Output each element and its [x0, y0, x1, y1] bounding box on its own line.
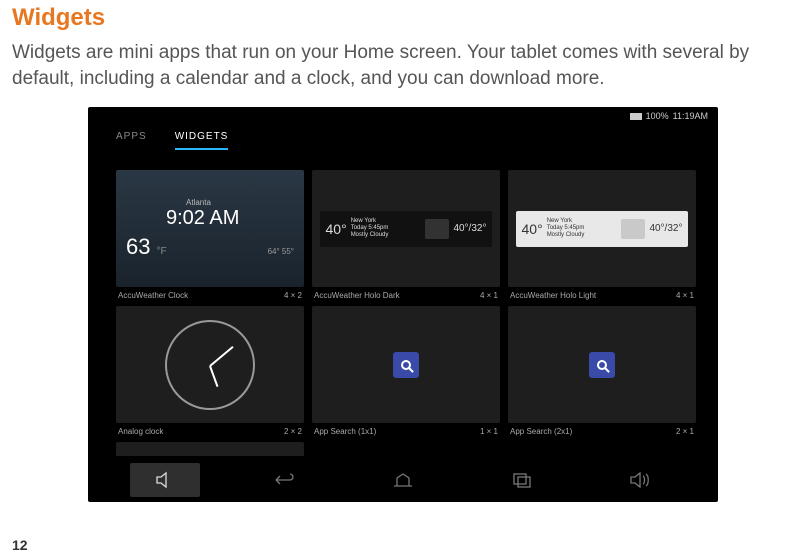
- preview-time: 9:02 AM: [166, 207, 294, 230]
- preview-text: New York Today 5:45pm Mostly Cloudy: [547, 218, 618, 240]
- widget-size: 4 × 1: [676, 291, 694, 300]
- volume-down-button[interactable]: [130, 463, 200, 497]
- search-icon: [393, 352, 419, 378]
- search-icon: [589, 352, 615, 378]
- back-button[interactable]: [249, 463, 319, 497]
- widget-grid: Atlanta 9:02 AM 63 °F 64° 55° AccuWeathe…: [88, 150, 718, 436]
- tablet-screenshot: 100% 11:19AM APPS WIDGETS Atlanta 9:02 A…: [88, 107, 718, 502]
- page-title: Widgets: [12, 4, 806, 32]
- preview-hilo: 40°/32°: [453, 223, 486, 234]
- recents-button[interactable]: [487, 463, 557, 497]
- widget-app-search-1x1[interactable]: App Search (1x1) 1 × 1: [312, 306, 500, 436]
- widget-size: 1 × 1: [480, 427, 498, 436]
- widget-size: 4 × 2: [284, 291, 302, 300]
- preview-text: New York Today 5:45pm Mostly Cloudy: [351, 218, 422, 240]
- status-bar: 100% 11:19AM: [630, 111, 708, 121]
- page-number: 12: [12, 537, 28, 553]
- preview-location: Atlanta: [186, 198, 294, 207]
- widget-size: 4 × 1: [480, 291, 498, 300]
- volume-up-button[interactable]: [606, 463, 676, 497]
- weather-icon: [621, 219, 645, 239]
- battery-icon: [630, 113, 642, 120]
- battery-percent: 100%: [646, 111, 669, 121]
- analog-clock-icon: [165, 320, 255, 410]
- tab-widgets[interactable]: WIDGETS: [175, 131, 229, 150]
- accuweather-clock-preview: Atlanta 9:02 AM 63 °F 64° 55°: [116, 170, 304, 287]
- accuweather-dark-preview: 40° New York Today 5:45pm Mostly Cloudy …: [320, 211, 493, 247]
- nav-bar: [106, 458, 700, 502]
- widget-label: App Search (2x1): [510, 427, 572, 436]
- accuweather-light-preview: 40° New York Today 5:45pm Mostly Cloudy …: [516, 211, 689, 247]
- next-row-peek: [116, 442, 304, 456]
- body-text: Widgets are mini apps that run on your H…: [12, 40, 792, 91]
- preview-temp: 40°: [326, 221, 347, 237]
- preview-hilo: 64° 55°: [268, 247, 294, 256]
- preview-hilo: 40°/32°: [649, 223, 682, 234]
- home-button[interactable]: [368, 463, 438, 497]
- widget-size: 2 × 1: [676, 427, 694, 436]
- widget-label: AccuWeather Clock: [118, 291, 188, 300]
- widget-app-search-2x1[interactable]: App Search (2x1) 2 × 1: [508, 306, 696, 436]
- widget-accuweather-holo-light[interactable]: 40° New York Today 5:45pm Mostly Cloudy …: [508, 170, 696, 300]
- widget-analog-clock[interactable]: Analog clock 2 × 2: [116, 306, 304, 436]
- tab-apps[interactable]: APPS: [116, 131, 147, 150]
- widget-accuweather-clock[interactable]: Atlanta 9:02 AM 63 °F 64° 55° AccuWeathe…: [116, 170, 304, 300]
- preview-unit: °F: [156, 246, 166, 257]
- preview-temp: 40°: [522, 221, 543, 237]
- widget-label: AccuWeather Holo Light: [510, 291, 596, 300]
- widget-label: App Search (1x1): [314, 427, 376, 436]
- status-time: 11:19AM: [673, 111, 708, 121]
- preview-temp: 63: [126, 234, 150, 260]
- widget-accuweather-holo-dark[interactable]: 40° New York Today 5:45pm Mostly Cloudy …: [312, 170, 500, 300]
- weather-icon: [425, 219, 449, 239]
- widget-label: Analog clock: [118, 427, 163, 436]
- tab-bar: APPS WIDGETS: [88, 107, 718, 150]
- widget-label: AccuWeather Holo Dark: [314, 291, 400, 300]
- widget-size: 2 × 2: [284, 427, 302, 436]
